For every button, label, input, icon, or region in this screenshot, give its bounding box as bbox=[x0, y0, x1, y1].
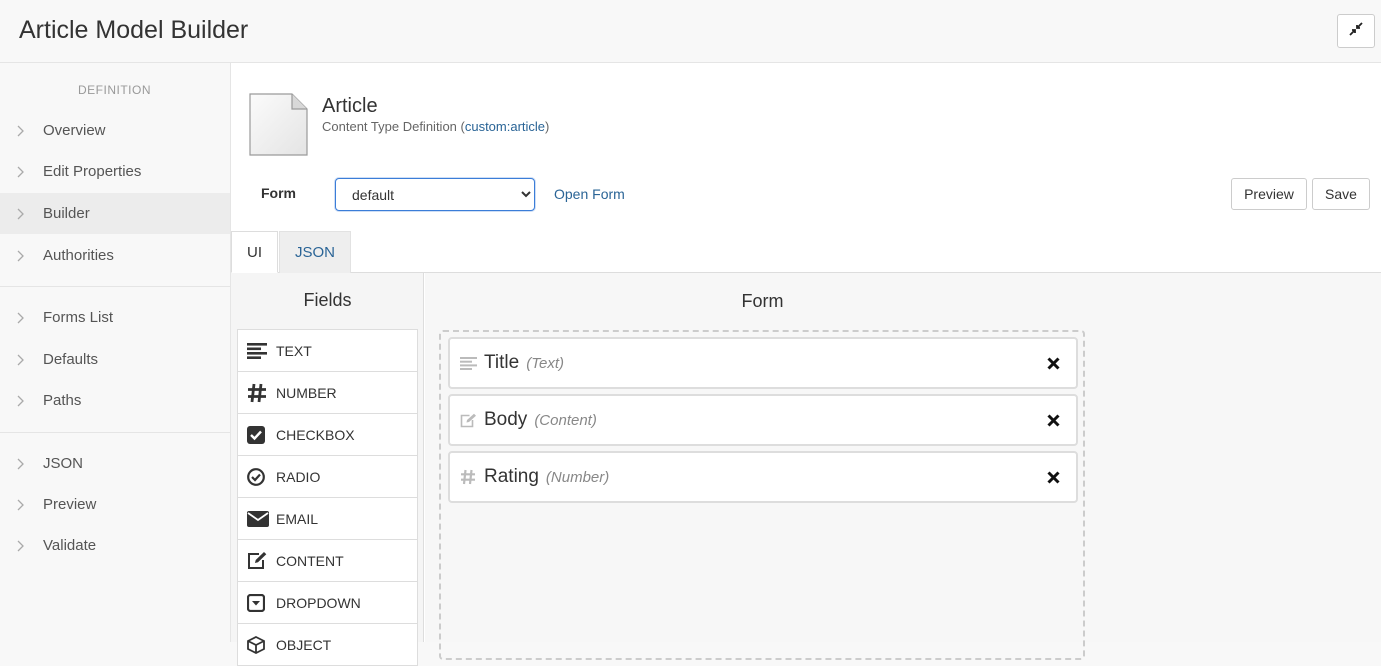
field-list: TEXT NUMBER CHECKBOX RADIO EMAIL CONTENT bbox=[237, 329, 418, 666]
field-item-label: EMAIL bbox=[276, 510, 319, 527]
caret-square-icon bbox=[247, 593, 276, 612]
edit-icon bbox=[450, 413, 484, 428]
sidebar-item-label: JSON bbox=[43, 455, 84, 472]
sidebar: DEFINITION Overview Edit Properties Buil… bbox=[0, 63, 231, 642]
form-select[interactable]: default bbox=[335, 178, 535, 211]
sidebar-item-label: Preview bbox=[43, 496, 97, 513]
field-item-radio[interactable]: RADIO bbox=[237, 456, 418, 498]
collapse-button[interactable] bbox=[1337, 14, 1375, 48]
field-item-checkbox[interactable]: CHECKBOX bbox=[237, 414, 418, 456]
cube-icon bbox=[247, 635, 276, 654]
edit-icon bbox=[247, 551, 276, 570]
sidebar-item-label: Overview bbox=[43, 122, 106, 139]
chevron-right-icon bbox=[0, 540, 43, 552]
sidebar-divider bbox=[0, 432, 230, 433]
form-field-name: Rating bbox=[484, 466, 539, 487]
remove-icon[interactable] bbox=[1044, 354, 1062, 372]
sidebar-item-label: Builder bbox=[43, 205, 90, 222]
form-field-title[interactable]: Title (Text) bbox=[448, 337, 1078, 389]
field-item-text[interactable]: TEXT bbox=[237, 330, 418, 372]
open-form-link[interactable]: Open Form bbox=[554, 186, 625, 202]
field-item-label: NUMBER bbox=[276, 384, 337, 401]
envelope-icon bbox=[247, 510, 276, 527]
form-field-type: (Content) bbox=[534, 411, 597, 429]
form-label: Form bbox=[261, 185, 296, 201]
tab-ui[interactable]: UI bbox=[231, 231, 278, 273]
chevron-right-icon bbox=[0, 312, 43, 324]
chevron-right-icon bbox=[0, 395, 43, 407]
form-field-type: (Text) bbox=[526, 354, 564, 372]
chevron-right-icon bbox=[0, 354, 43, 366]
hash-icon bbox=[450, 469, 484, 485]
checkbox-checked-icon bbox=[247, 425, 276, 444]
remove-icon[interactable] bbox=[1044, 411, 1062, 429]
sidebar-item-edit-properties[interactable]: Edit Properties bbox=[0, 151, 230, 192]
form-field-name: Title bbox=[484, 352, 520, 373]
sidebar-item-validate[interactable]: Validate bbox=[0, 525, 230, 566]
sidebar-item-label: Authorities bbox=[43, 247, 114, 264]
field-item-dropdown[interactable]: DROPDOWN bbox=[237, 582, 418, 624]
sidebar-item-label: Edit Properties bbox=[43, 163, 142, 180]
content-type-name: Article bbox=[322, 95, 378, 117]
chevron-right-icon bbox=[0, 499, 43, 511]
form-field-body[interactable]: Body (Content) bbox=[448, 394, 1078, 446]
tab-json[interactable]: JSON bbox=[279, 231, 352, 273]
field-item-label: TEXT bbox=[276, 342, 312, 359]
sidebar-item-builder[interactable]: Builder bbox=[0, 193, 230, 234]
chevron-right-icon bbox=[0, 250, 43, 262]
sidebar-item-label: Forms List bbox=[43, 309, 114, 326]
form-field-name: Body bbox=[484, 409, 528, 430]
field-item-object[interactable]: OBJECT bbox=[237, 624, 418, 666]
sidebar-item-authorities[interactable]: Authorities bbox=[0, 235, 230, 276]
sidebar-heading: DEFINITION bbox=[78, 83, 151, 97]
field-item-label: CONTENT bbox=[276, 552, 344, 569]
chevron-right-icon bbox=[0, 166, 43, 178]
field-item-label: OBJECT bbox=[276, 636, 332, 653]
sidebar-divider bbox=[0, 286, 230, 287]
sidebar-item-label: Defaults bbox=[43, 351, 99, 368]
fields-panel: Fields TEXT NUMBER CHECKBOX RADIO EMAIL bbox=[231, 273, 424, 666]
sidebar-item-label: Paths bbox=[43, 392, 82, 409]
qname-link[interactable]: custom:article bbox=[465, 119, 545, 134]
preview-button[interactable]: Preview bbox=[1231, 178, 1307, 210]
sidebar-item-preview[interactable]: Preview bbox=[0, 484, 230, 525]
sidebar-item-defaults[interactable]: Defaults bbox=[0, 339, 230, 380]
field-item-label: RADIO bbox=[276, 468, 321, 485]
remove-icon[interactable] bbox=[1044, 468, 1062, 486]
align-left-icon bbox=[450, 356, 484, 370]
form-dropzone[interactable]: Title (Text) Body (Content) Rating (Numb… bbox=[439, 330, 1085, 660]
subtitle-prefix: Content Type Definition ( bbox=[322, 119, 465, 134]
save-button[interactable]: Save bbox=[1312, 178, 1370, 210]
sidebar-item-json[interactable]: JSON bbox=[0, 443, 230, 484]
content-type-subtitle: Content Type Definition (custom:article) bbox=[322, 119, 549, 134]
page-title: Article Model Builder bbox=[19, 16, 249, 44]
sidebar-item-overview[interactable]: Overview bbox=[0, 110, 230, 151]
sidebar-item-forms-list[interactable]: Forms List bbox=[0, 297, 230, 338]
form-panel: Form Title (Text) Body (Content) Rating … bbox=[425, 273, 1381, 660]
top-bar: Article Model Builder bbox=[0, 0, 1381, 63]
form-field-rating[interactable]: Rating (Number) bbox=[448, 451, 1078, 503]
sidebar-item-label: Validate bbox=[43, 537, 97, 554]
main-content: Article Content Type Definition (custom:… bbox=[231, 63, 1381, 666]
chevron-right-icon bbox=[0, 125, 43, 137]
field-item-content[interactable]: CONTENT bbox=[237, 540, 418, 582]
sidebar-item-paths[interactable]: Paths bbox=[0, 380, 230, 421]
form-title: Form bbox=[741, 291, 784, 311]
form-field-type: (Number) bbox=[545, 468, 610, 486]
chevron-right-icon bbox=[0, 458, 43, 470]
chevron-right-icon bbox=[0, 208, 43, 220]
field-item-label: DROPDOWN bbox=[276, 594, 361, 611]
document-icon bbox=[249, 93, 309, 162]
compress-icon bbox=[1349, 21, 1363, 41]
check-circle-icon bbox=[247, 467, 276, 486]
subtitle-suffix: ) bbox=[545, 119, 550, 134]
field-item-email[interactable]: EMAIL bbox=[237, 498, 418, 540]
fields-title: Fields bbox=[303, 290, 352, 310]
hash-icon bbox=[247, 383, 276, 403]
align-left-icon bbox=[247, 342, 276, 359]
field-item-label: CHECKBOX bbox=[276, 426, 355, 443]
field-item-number[interactable]: NUMBER bbox=[237, 372, 418, 414]
